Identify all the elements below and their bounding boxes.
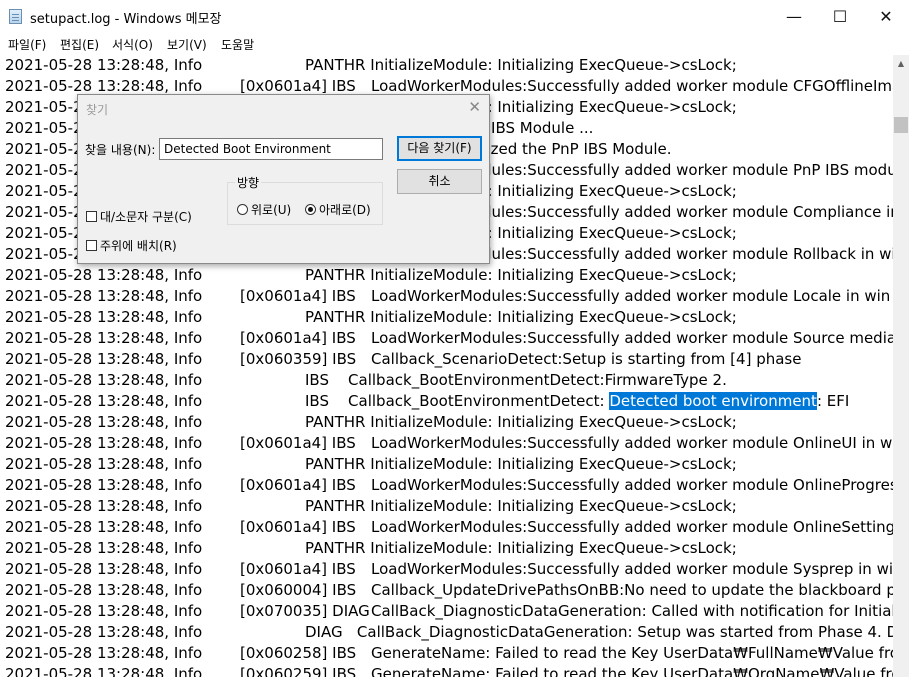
title-bar: setupact.log - Windows 메모장 — ☐ ✕ — [0, 0, 909, 34]
log-message: PANTHR InitializeModule: Initializing Ex… — [305, 413, 737, 431]
log-message: IBS Callback_BootEnvironmentDetect: Dete… — [305, 391, 849, 412]
log-message: DIAG CallBack_DiagnosticDataGeneration: … — [305, 623, 893, 641]
menu-file[interactable]: 파일(F) — [8, 36, 46, 53]
menu-help[interactable]: 도움말 — [221, 36, 254, 53]
log-message: LoadWorkerModules:Successfully added wor… — [371, 329, 893, 347]
log-message: IBS Callback_BootEnvironmentDetect:Firmw… — [305, 371, 727, 389]
log-message-head: IBS Callback_BootEnvironmentDetect: — [305, 392, 610, 410]
log-timestamp: 2021-05-28 13:28:48, Info — [5, 434, 203, 452]
menu-bar: 파일(F) 편집(E) 서식(O) 보기(V) 도움말 — [0, 34, 909, 55]
log-timestamp: 2021-05-28 13:28:48, Info — [5, 56, 203, 74]
find-dialog-close-icon[interactable]: ✕ — [468, 98, 481, 116]
cancel-button[interactable]: 취소 — [397, 169, 482, 194]
search-match-highlight: Detected boot environment — [609, 392, 817, 410]
wrap-around-checkbox[interactable] — [86, 240, 97, 251]
menu-view[interactable]: 보기(V) — [167, 36, 207, 53]
log-timestamp: 2021-05-28 13:28:48, Info — [5, 623, 203, 641]
log-message: PANTHR InitializeModule: Initializing Ex… — [305, 308, 737, 326]
maximize-button[interactable]: ☐ — [817, 0, 863, 34]
find-what-input[interactable] — [159, 138, 383, 160]
log-message: Callback_ScenarioDetect:Setup is startin… — [371, 350, 802, 368]
log-timestamp: 2021-05-28 13:28:48, Info — [5, 392, 203, 410]
log-message: LoadWorkerModules:Successfully added wor… — [371, 287, 891, 305]
log-timestamp: 2021-05-28 13:28:48, Info — [5, 539, 203, 557]
log-message: CallBack_DiagnosticDataGeneration: Calle… — [371, 602, 893, 620]
log-code: [0x060259] IBS — [240, 665, 357, 677]
log-timestamp: 2021-05-28 13:28:48, Info — [5, 308, 203, 326]
log-code: [0x0601a4] IBS — [240, 518, 356, 536]
log-message: PANTHR InitializeModule: Initializing Ex… — [305, 56, 737, 74]
log-code: [0x0601a4] IBS — [240, 476, 356, 494]
log-timestamp: 2021-05-28 13:28:48, Info — [5, 287, 203, 305]
log-timestamp: 2021-05-28 13:28:48, Info — [5, 476, 203, 494]
log-timestamp: 2021-05-28 13:28:48, Info — [5, 413, 203, 431]
vertical-scrollbar[interactable]: ▲ — [893, 55, 909, 677]
log-code: [0x0601a4] IBS — [240, 560, 356, 578]
log-timestamp: 2021-05-28 13:28:48, Info — [5, 350, 203, 368]
log-code: [0x0601a4] IBS — [240, 287, 356, 305]
log-message: LoadWorkerModules:Successfully added wor… — [371, 560, 893, 578]
log-message: Callback_UpdateDrivePathsOnBB:No need to… — [371, 581, 893, 599]
minimize-button[interactable]: — — [771, 0, 817, 34]
log-timestamp: 2021-05-28 13:28:48, Info — [5, 329, 203, 347]
log-code: [0x0601a4] IBS — [240, 434, 356, 452]
log-timestamp: 2021-05-28 13:28:48, Info — [5, 455, 203, 473]
log-message: GenerateName: Failed to read the Key Use… — [371, 665, 893, 677]
menu-edit[interactable]: 편집(E) — [60, 36, 99, 53]
log-code: [0x060359] IBS — [240, 350, 357, 368]
direction-label: 방향 — [235, 174, 262, 191]
log-message: PANTHR InitializeModule: Initializing Ex… — [305, 539, 737, 557]
log-timestamp: 2021-05-28 13:28:48, Info — [5, 581, 203, 599]
log-message: LoadWorkerModules:Successfully added wor… — [371, 518, 893, 536]
window-title: setupact.log - Windows 메모장 — [30, 12, 222, 27]
find-dialog-title: 찾기 — [86, 103, 109, 117]
direction-down-label: 아래로(D) — [319, 203, 371, 217]
log-timestamp: 2021-05-28 13:28:48, Info — [5, 518, 203, 536]
menu-format[interactable]: 서식(O) — [112, 36, 153, 53]
log-timestamp: 2021-05-28 13:28:48, Info — [5, 371, 203, 389]
log-message: GenerateName: Failed to read the Key Use… — [371, 644, 893, 662]
log-message-tail: : EFI — [816, 392, 850, 410]
log-code: [0x060004] IBS — [240, 581, 357, 599]
direction-up-radio[interactable] — [237, 204, 248, 215]
log-timestamp: 2021-05-28 13:28:48, Info — [5, 560, 203, 578]
log-code: [0x070035] DIAG — [240, 602, 370, 620]
log-code: [0x060258] IBS — [240, 644, 357, 662]
direction-up-label: 위로(U) — [251, 203, 292, 217]
find-next-button[interactable]: 다음 찾기(F) — [397, 136, 482, 161]
log-code: [0x0601a4] IBS — [240, 329, 356, 347]
log-timestamp: 2021-05-28 13:28:48, Info — [5, 644, 203, 662]
find-dialog: 찾기 ✕ 찾을 내용(N): 다음 찾기(F) 취소 방향 위로(U) 아래로(… — [77, 94, 490, 264]
log-message: LoadWorkerModules:Successfully added wor… — [371, 476, 893, 494]
log-timestamp: 2021-05-28 13:28:48, Info — [5, 602, 203, 620]
notepad-icon — [9, 9, 22, 24]
log-message: LoadWorkerModules:Successfully added wor… — [371, 434, 893, 452]
find-what-label: 찾을 내용(N): — [85, 143, 156, 157]
wrap-around-label: 주위에 배치(R) — [100, 239, 177, 253]
log-message: PANTHR InitializeModule: Initializing Ex… — [305, 497, 737, 515]
match-case-label: 대/소문자 구분(C) — [100, 210, 192, 224]
close-button[interactable]: ✕ — [863, 0, 909, 34]
scrollbar-thumb[interactable] — [894, 117, 908, 133]
log-timestamp: 2021-05-28 13:28:48, Info — [5, 266, 203, 284]
log-message: PANTHR InitializeModule: Initializing Ex… — [305, 266, 737, 284]
log-timestamp: 2021-05-28 13:28:48, Info — [5, 497, 203, 515]
direction-down-radio[interactable] — [305, 204, 316, 215]
log-message: PANTHR InitializeModule: Initializing Ex… — [305, 455, 737, 473]
scroll-up-arrow-icon[interactable]: ▲ — [893, 55, 909, 72]
match-case-checkbox[interactable] — [86, 211, 97, 222]
log-timestamp: 2021-05-28 13:28:48, Info — [5, 665, 203, 677]
